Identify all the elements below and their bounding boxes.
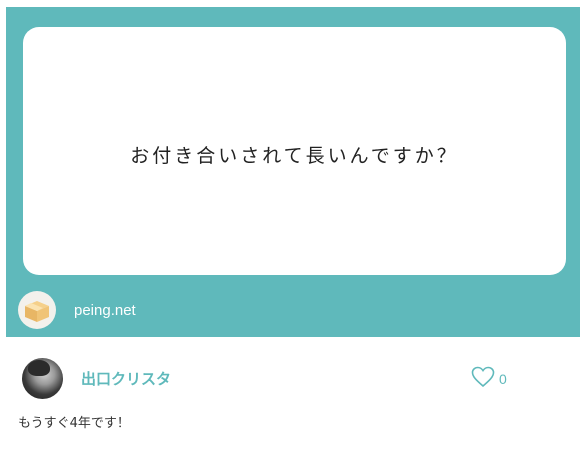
user-name[interactable]: 出口クリスタ — [81, 368, 171, 389]
like-count: 0 — [499, 371, 507, 387]
avatar[interactable] — [22, 357, 63, 399]
heart-outline-icon[interactable] — [471, 366, 495, 392]
cardboard-box-icon — [18, 291, 56, 329]
answer-text: もうすぐ4年です！ — [18, 416, 130, 431]
like-button[interactable]: 0 — [471, 366, 507, 392]
brand-name[interactable]: peing.net — [74, 302, 136, 319]
question-text: お付き合いされて長いんですか？ — [130, 144, 459, 167]
brand-row: peing.net — [18, 290, 136, 330]
question-card: お付き合いされて長いんですか？ peing.net — [6, 7, 580, 337]
question-bubble: お付き合いされて長いんですか？ — [23, 27, 566, 275]
post-frame: お付き合いされて長いんですか？ peing.net 出口クリスタ 0 もうすぐ4… — [0, 0, 587, 456]
answer-header: 出口クリスタ 0 — [22, 356, 542, 400]
